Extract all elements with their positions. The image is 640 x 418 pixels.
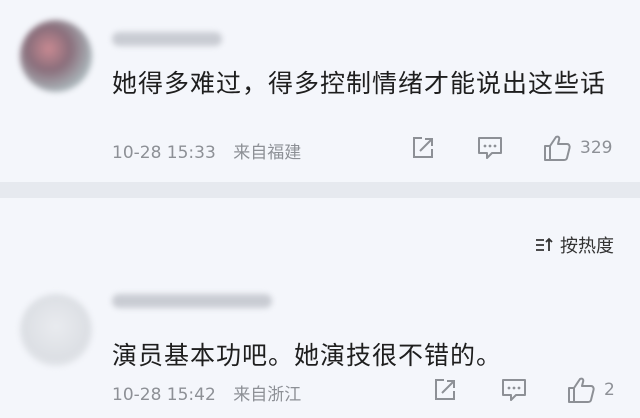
like-count: 2 (604, 380, 615, 400)
share-button[interactable] (432, 376, 458, 404)
sort-icon (536, 237, 553, 251)
username-blurred[interactable] (112, 32, 222, 46)
sort-label: 按热度 (560, 236, 614, 257)
sort-bar: 按热度 (0, 198, 640, 270)
comment-actions: 329 (0, 134, 640, 162)
comment-item: 她得多难过，得多控制情绪才能说出这些话 10-28 15:33 来自福建 329 (0, 0, 640, 182)
share-button[interactable] (410, 134, 436, 162)
section-divider (0, 182, 640, 198)
like-button[interactable]: 329 (542, 134, 612, 162)
reply-icon (478, 137, 502, 159)
share-icon (413, 137, 433, 158)
like-count: 329 (580, 138, 613, 158)
reply-icon (502, 379, 526, 401)
thumbs-up-icon (544, 135, 571, 161)
comment-text: 演员基本功吧。她演技很不错的。 (112, 341, 503, 370)
like-button[interactable]: 2 (566, 376, 615, 404)
comment-item: 演员基本功吧。她演技很不错的。 10-28 15:42 来自浙江 2 (0, 270, 640, 418)
reply-button[interactable] (500, 376, 528, 404)
comment-actions: 2 (0, 376, 640, 404)
avatar[interactable] (20, 294, 92, 366)
comment-text: 她得多难过，得多控制情绪才能说出这些话 (112, 69, 607, 98)
sort-by-hot-button[interactable]: 按热度 (534, 232, 614, 258)
avatar[interactable] (20, 20, 92, 92)
username-blurred[interactable] (112, 294, 272, 308)
share-icon (435, 379, 455, 400)
reply-button[interactable] (476, 134, 504, 162)
thumbs-up-icon (568, 377, 595, 403)
